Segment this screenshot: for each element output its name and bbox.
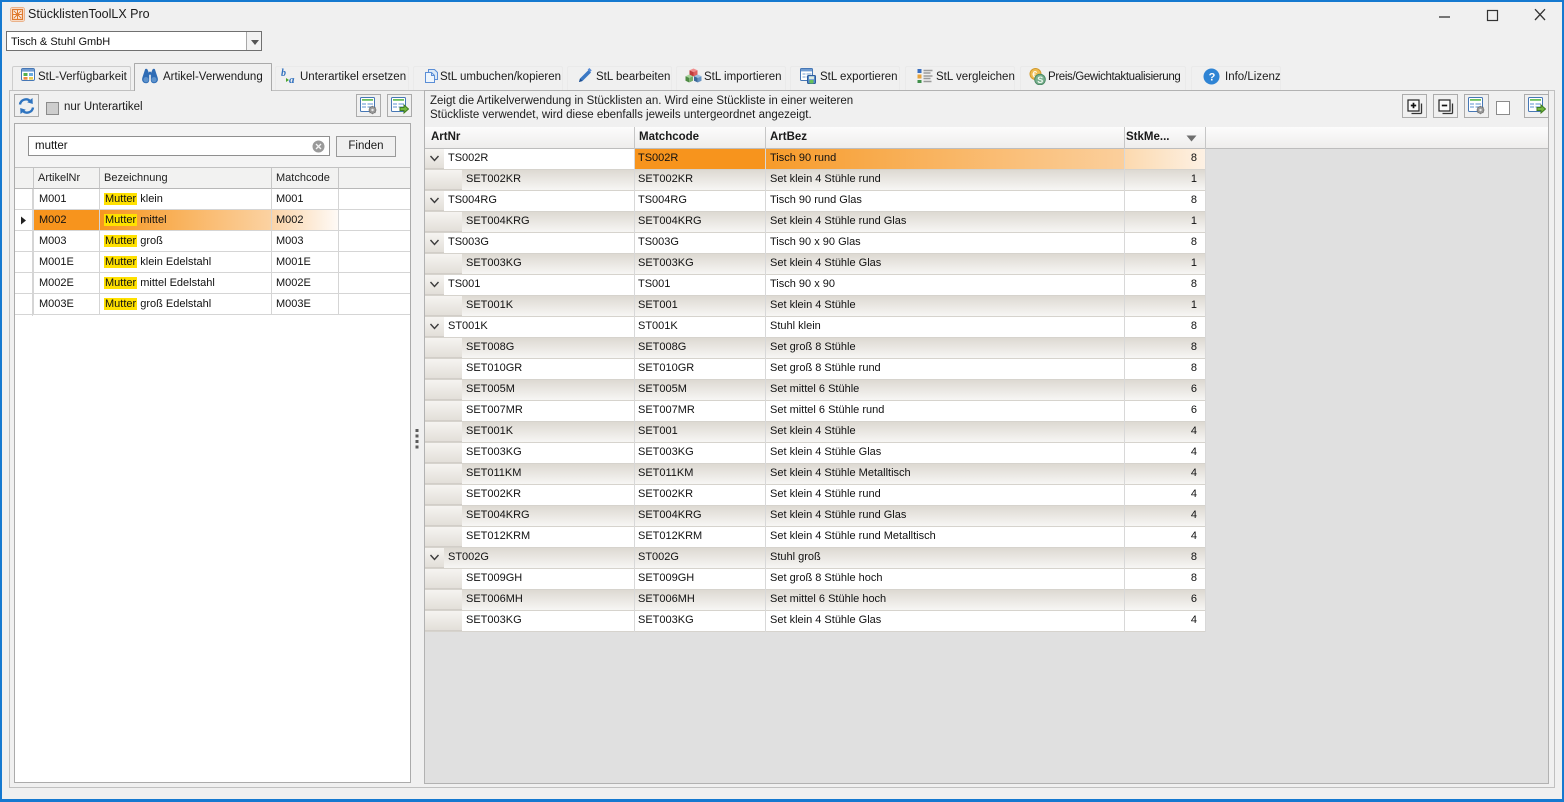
svg-text:a: a [289, 74, 295, 85]
svg-text:b: b [281, 68, 286, 79]
svg-text:S: S [1037, 75, 1043, 85]
svg-text:?: ? [1209, 72, 1216, 84]
